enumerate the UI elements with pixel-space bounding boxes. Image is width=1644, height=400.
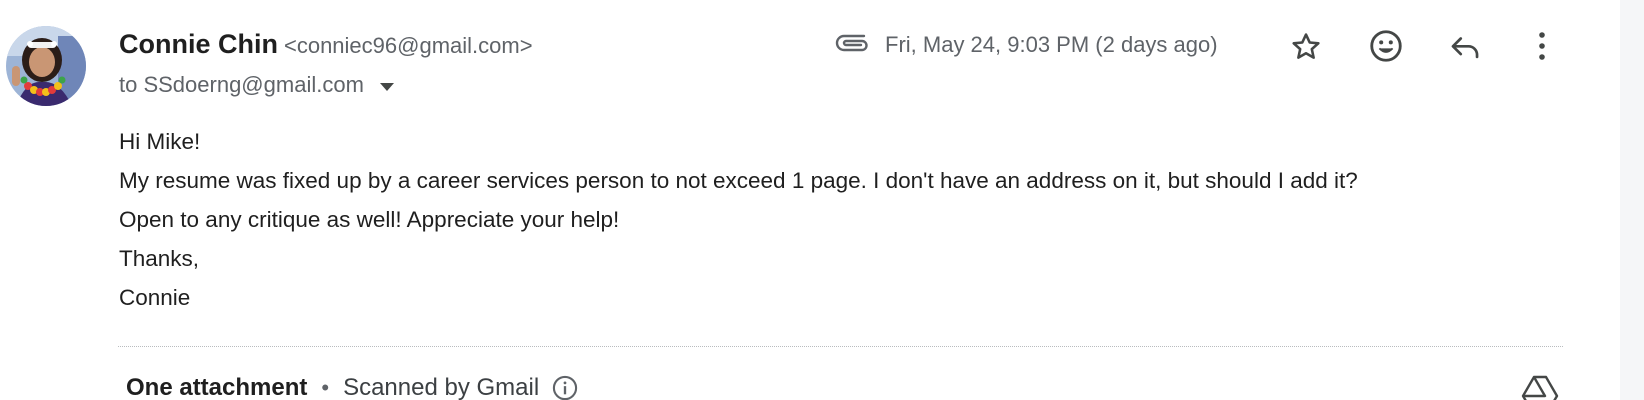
message-body: Hi Mike! My resume was fixed up by a car… — [119, 122, 1358, 317]
star-icon — [1292, 33, 1320, 59]
timestamp: Fri, May 24, 9:03 PM (2 days ago) — [885, 32, 1218, 57]
attachments-header: One attachment • Scanned by Gmail — [126, 374, 579, 400]
more-vertical-icon — [1539, 32, 1545, 60]
add-reaction-button[interactable] — [1364, 24, 1408, 68]
attachments-divider — [118, 346, 1563, 347]
body-line: Connie — [119, 285, 191, 310]
reply-icon — [1451, 37, 1479, 59]
recipient-line: to SSdoerng@gmail.com — [119, 72, 394, 98]
sender-name[interactable]: Connie Chin — [119, 29, 278, 59]
avatar[interactable] — [6, 26, 86, 106]
reply-button[interactable] — [1443, 25, 1487, 69]
recipient-label: to SSdoerng@gmail.com — [119, 72, 364, 97]
body-line: Thanks, — [119, 246, 200, 271]
separator-dot: • — [321, 375, 330, 400]
sender-line: Connie Chin <conniec96@gmail.com> — [119, 29, 533, 60]
email-message-view: Connie Chin <conniec96@gmail.com> to SSdo… — [0, 0, 1644, 400]
info-icon[interactable] — [551, 374, 579, 400]
body-line: Open to any critique as well! Appreciate… — [119, 207, 620, 232]
sender-email[interactable]: <conniec96@gmail.com> — [284, 33, 533, 58]
emoji-reaction-icon — [1370, 30, 1402, 62]
star-button[interactable] — [1284, 25, 1328, 69]
attachment-count: One attachment — [126, 374, 308, 400]
profile-photo — [6, 26, 86, 106]
add-to-drive-icon[interactable] — [1520, 374, 1560, 400]
scroll-gutter — [1620, 0, 1644, 400]
more-options-button[interactable] — [1520, 24, 1564, 68]
chevron-down-icon[interactable] — [379, 82, 394, 91]
body-line: My resume was fixed up by a career servi… — [119, 168, 1358, 193]
body-line: Hi Mike! — [119, 129, 201, 154]
paperclip-icon — [835, 34, 868, 52]
scanned-by-gmail-label: Scanned by Gmail — [343, 374, 540, 400]
